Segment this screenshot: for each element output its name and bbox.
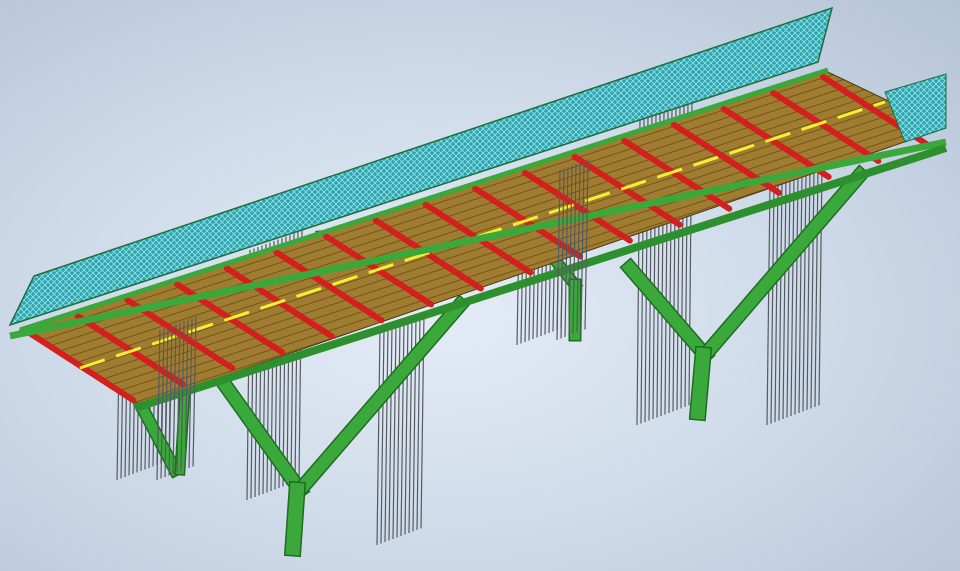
- rebar: [802, 171, 807, 412]
- bridge-model: [8, 6, 948, 558]
- rebar: [384, 326, 389, 543]
- rebar: [798, 172, 803, 414]
- rebar: [818, 165, 823, 406]
- rebar: [774, 181, 779, 423]
- rebar: [786, 177, 791, 418]
- steel-member: [216, 376, 309, 499]
- rebar: [376, 329, 381, 546]
- rebar: [400, 320, 405, 537]
- rebar: [794, 174, 799, 415]
- rebar: [392, 323, 397, 540]
- rebar: [396, 322, 401, 538]
- steel-member: [285, 482, 305, 556]
- rebar: [778, 180, 783, 421]
- steel-member: [690, 347, 711, 420]
- rebar: [810, 168, 815, 409]
- cad-viewport[interactable]: [0, 0, 960, 571]
- rebar: [380, 328, 385, 544]
- rebar: [806, 169, 811, 411]
- rebar: [814, 166, 819, 408]
- rebar: [766, 184, 771, 426]
- rebar: [388, 325, 393, 541]
- rebar: [404, 319, 409, 535]
- rebar: [790, 175, 795, 417]
- rebar: [770, 183, 775, 424]
- rebar: [782, 178, 787, 420]
